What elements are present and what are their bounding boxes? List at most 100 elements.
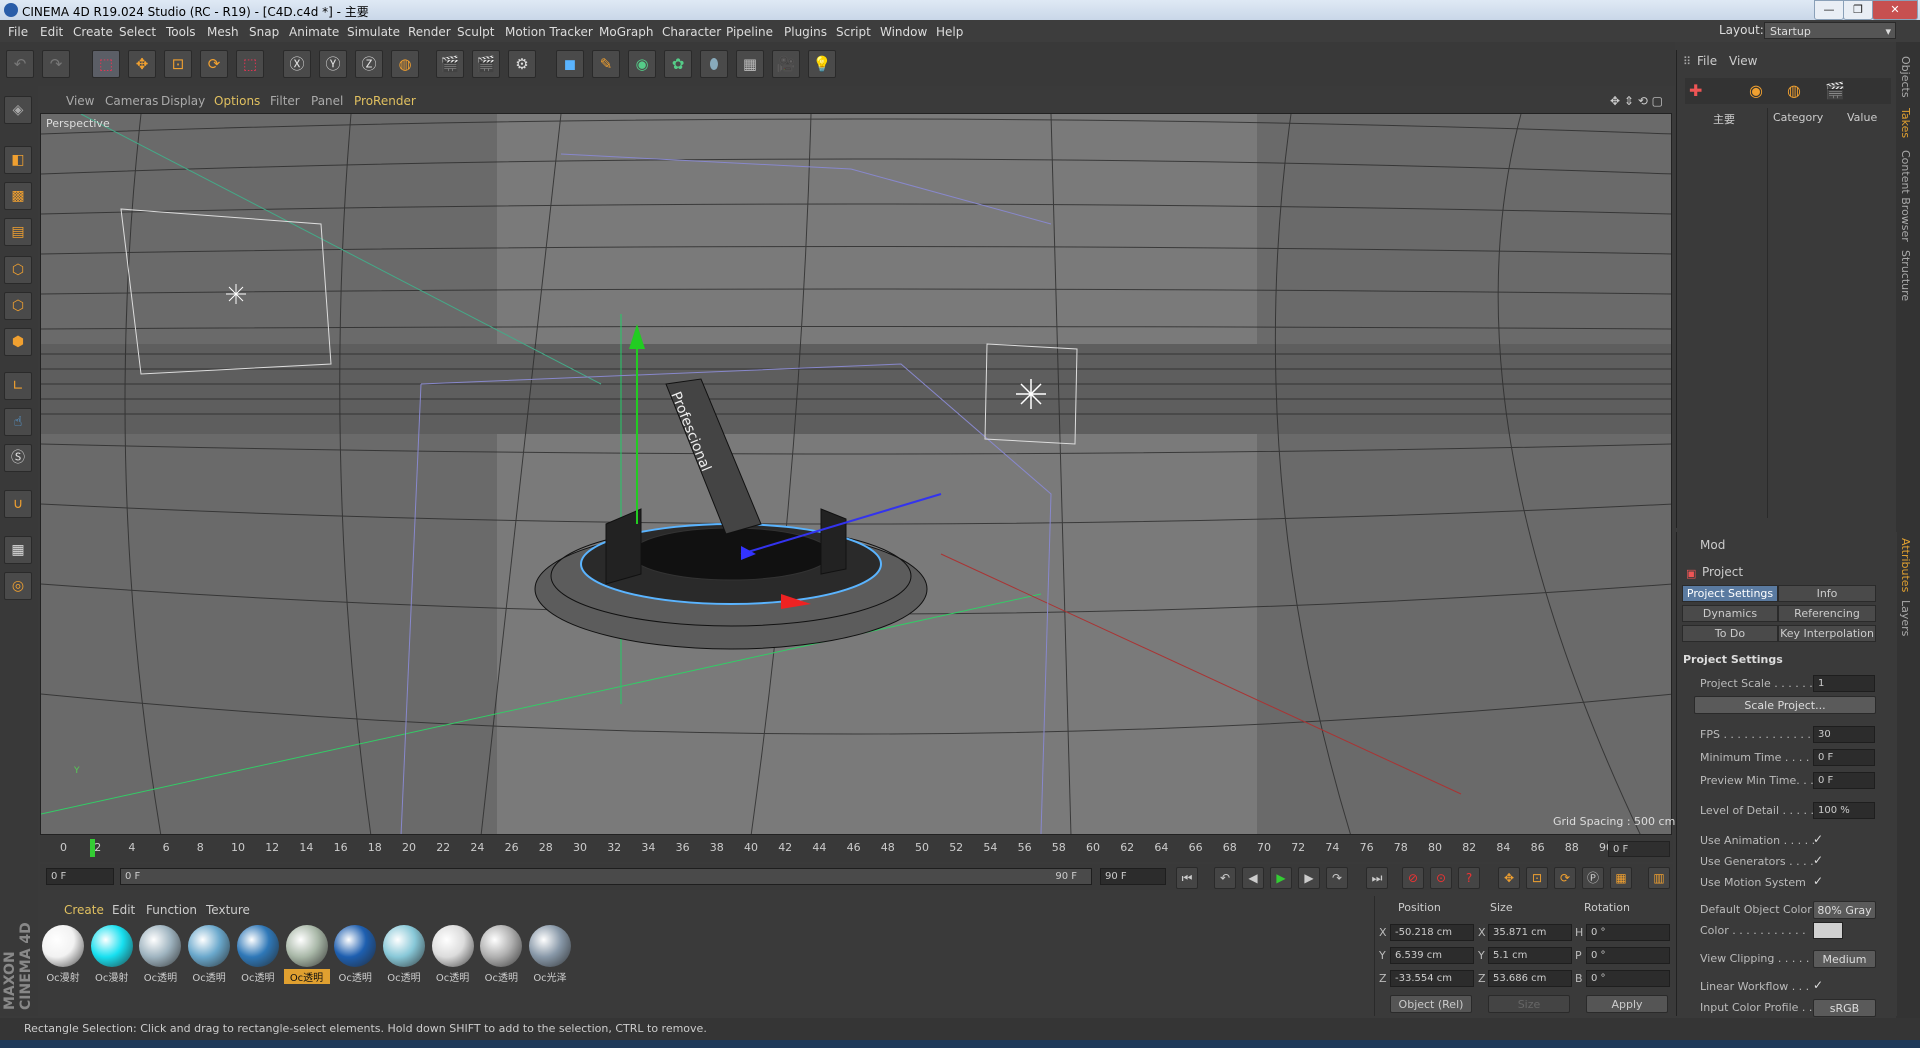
tab-objects[interactable]: Objects	[1899, 56, 1912, 98]
mat-menu-create[interactable]: Create	[64, 903, 104, 917]
rot-h-field[interactable]: 0 °	[1586, 924, 1670, 941]
z-axis-lock-icon[interactable]: Ⓩ	[355, 50, 383, 78]
deformer-icon[interactable]: ⬮	[700, 50, 728, 78]
go-to-end-icon[interactable]: ⏭	[1366, 867, 1388, 889]
workplane-icon[interactable]: ▤	[4, 218, 32, 246]
mat-menu-function[interactable]: Function	[146, 903, 197, 917]
timeline-window-icon[interactable]: ▥	[1648, 867, 1670, 889]
pos-y-field[interactable]: 6.539 cm	[1390, 947, 1474, 964]
go-to-start-icon[interactable]: ⏮	[1176, 867, 1198, 889]
camera-icon[interactable]: 🎥	[772, 50, 800, 78]
size-y-field[interactable]: 5.1 cm	[1488, 947, 1572, 964]
material-swatch[interactable]	[236, 925, 279, 967]
vp-menu-options[interactable]: Options	[214, 94, 260, 108]
material-swatch[interactable]	[529, 925, 571, 967]
material-label[interactable]: Oc透明	[332, 969, 378, 984]
menu-mesh[interactable]: Mesh	[207, 25, 239, 39]
key-parameter-icon[interactable]: Ⓟ	[1582, 867, 1604, 889]
render-picture-viewer-icon[interactable]: 🎬	[472, 50, 500, 78]
override-icon[interactable]: ◉	[1749, 81, 1763, 100]
menu-plugins[interactable]: Plugins	[784, 25, 827, 39]
tab-content-browser[interactable]: Content Browser	[1899, 150, 1912, 242]
tab-layers[interactable]: Layers	[1899, 600, 1912, 636]
coords-size-dropdown[interactable]: Size	[1488, 995, 1570, 1013]
world-coordinates-icon[interactable]: ◍	[391, 50, 419, 78]
x-axis-lock-icon[interactable]: Ⓧ	[283, 50, 311, 78]
rot-p-field[interactable]: 0 °	[1586, 947, 1670, 964]
autokey-icon[interactable]: ⊙	[1430, 867, 1452, 889]
menu-sculpt[interactable]: Sculpt	[457, 25, 494, 39]
play-icon[interactable]: ▶	[1270, 867, 1292, 889]
vp-menu-display[interactable]: Display	[161, 94, 205, 108]
menu-help[interactable]: Help	[936, 25, 963, 39]
mat-menu-edit[interactable]: Edit	[112, 903, 135, 917]
prev-key-icon[interactable]: ↶	[1214, 867, 1236, 889]
material-label[interactable]: Oc透明	[283, 969, 330, 984]
vp-menu-filter[interactable]: Filter	[270, 94, 300, 108]
key-scale-icon[interactable]: ⊡	[1526, 867, 1548, 889]
polygons-mode-icon[interactable]: ⬢	[4, 328, 32, 356]
tab-dynamics[interactable]: Dynamics	[1682, 605, 1778, 622]
floor-icon[interactable]: ▦	[736, 50, 764, 78]
material-label[interactable]: Oc透明	[478, 969, 524, 984]
apply-button[interactable]: Apply	[1586, 995, 1668, 1013]
viewport-nav-icons[interactable]: ✥ ⇕ ⟲ ▢	[1610, 94, 1663, 108]
snap-icon[interactable]: ∪	[4, 490, 32, 518]
make-editable-icon[interactable]: ◈	[4, 96, 32, 124]
next-frame-icon[interactable]: ▶	[1298, 867, 1320, 889]
menu-simulate[interactable]: Simulate	[347, 25, 400, 39]
redo-icon[interactable]: ↷	[42, 50, 70, 78]
tab-structure[interactable]: Structure	[1899, 250, 1912, 301]
tab-referencing[interactable]: Referencing	[1778, 605, 1876, 622]
vp-menu-cameras[interactable]: Cameras	[105, 94, 158, 108]
planar-workplane-icon[interactable]: ◎	[4, 572, 32, 600]
playhead[interactable]	[90, 839, 95, 857]
material-swatch[interactable]	[90, 925, 133, 967]
pos-x-field[interactable]: -50.218 cm	[1390, 924, 1474, 941]
scale-tool-icon[interactable]: ⊡	[164, 50, 192, 78]
tab-project-settings[interactable]: Project Settings	[1682, 585, 1778, 602]
menu-pipeline[interactable]: Pipeline	[726, 25, 773, 39]
render-settings-icon[interactable]: ⚙	[508, 50, 536, 78]
tab-to-do[interactable]: To Do	[1682, 625, 1778, 642]
start-frame-field[interactable]: 0 F	[46, 868, 114, 885]
menu-window[interactable]: Window	[880, 25, 927, 39]
recent-tool-icon[interactable]: ⬚	[236, 50, 264, 78]
vp-menu-prorender[interactable]: ProRender	[354, 94, 416, 108]
default-object-color-dropdown[interactable]: 80% Gray	[1813, 901, 1876, 919]
menu-script[interactable]: Script	[836, 25, 871, 39]
undo-icon[interactable]: ↶	[6, 50, 34, 78]
material-label[interactable]: Oc漫射	[89, 969, 135, 984]
material-swatch[interactable]	[382, 925, 425, 967]
material-label[interactable]: Oc透明	[235, 969, 281, 984]
obj-menu-view[interactable]: View	[1729, 54, 1757, 68]
rot-b-field[interactable]: 0 °	[1586, 970, 1670, 987]
layout-dropdown[interactable]: Startup ▾	[1764, 22, 1896, 39]
level-of-detail-field[interactable]: 100 %	[1813, 802, 1875, 819]
lock-workplane-icon[interactable]: ▦	[4, 536, 32, 564]
tab-key-interpolation[interactable]: Key Interpolation	[1778, 625, 1876, 642]
keyframe-selection-icon[interactable]: ?	[1458, 867, 1480, 889]
color-swatch[interactable]	[1813, 922, 1843, 939]
tab-info[interactable]: Info	[1778, 585, 1876, 602]
menu-character[interactable]: Character	[662, 25, 721, 39]
timeline-ruler[interactable]: 0 2 4 6 8 10 12 14 16 18 20 22 24 26 28 30 32 34 36 38 40 42 4…	[40, 836, 1673, 862]
material-swatch[interactable]	[42, 925, 84, 967]
view-clipping-dropdown[interactable]: Medium	[1813, 950, 1876, 968]
material-label[interactable]: Oc透明	[430, 969, 476, 984]
size-z-field[interactable]: 53.686 cm	[1488, 970, 1572, 987]
material-label[interactable]: Oc透明	[137, 969, 183, 984]
vp-menu-panel[interactable]: Panel	[311, 94, 343, 108]
points-mode-icon[interactable]: ⬡	[4, 256, 32, 284]
axis-mode-icon[interactable]: ∟	[4, 372, 32, 400]
material-swatch[interactable]	[334, 925, 377, 967]
menu-motion-tracker[interactable]: Motion Tracker	[505, 25, 593, 39]
override-group-icon[interactable]: ◍	[1787, 81, 1801, 100]
end-frame-field[interactable]: 90 F	[1100, 868, 1166, 885]
key-pla-icon[interactable]: ▦	[1610, 867, 1632, 889]
use-motion-system-checkbox[interactable]: ✓	[1813, 874, 1823, 888]
minimum-time-field[interactable]: 0 F	[1813, 749, 1875, 766]
coords-mode-dropdown[interactable]: Object (Rel)	[1390, 995, 1472, 1013]
material-swatch[interactable]	[285, 925, 328, 967]
cloner-icon[interactable]: ✿	[664, 50, 692, 78]
